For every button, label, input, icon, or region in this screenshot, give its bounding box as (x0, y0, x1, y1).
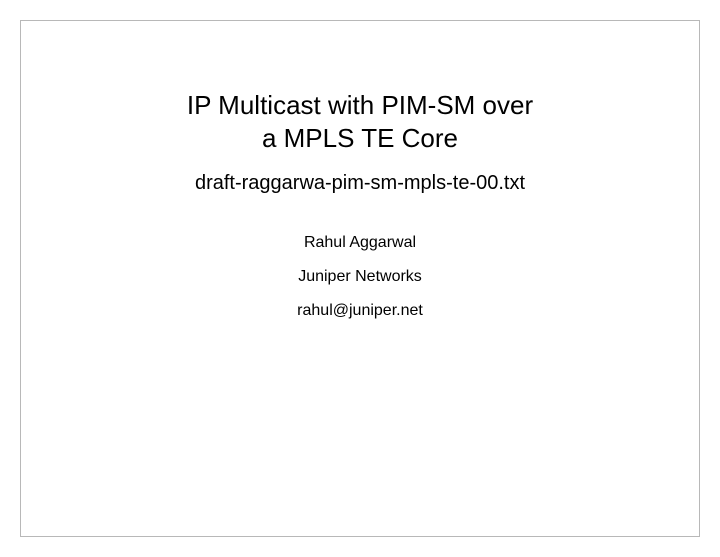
title-line-2: a MPLS TE Core (262, 123, 458, 153)
slide-frame: IP Multicast with PIM-SM over a MPLS TE … (20, 20, 700, 537)
author-email: rahul@juniper.net (21, 303, 699, 319)
slide-subtitle: draft-raggarwa-pim-sm-mpls-te-00.txt (21, 172, 699, 195)
author-affiliation: Juniper Networks (21, 269, 699, 285)
title-line-1: IP Multicast with PIM-SM over (187, 90, 533, 120)
slide-title: IP Multicast with PIM-SM over a MPLS TE … (21, 89, 699, 154)
author-name: Rahul Aggarwal (21, 235, 699, 251)
author-block: Rahul Aggarwal Juniper Networks rahul@ju… (21, 235, 699, 319)
